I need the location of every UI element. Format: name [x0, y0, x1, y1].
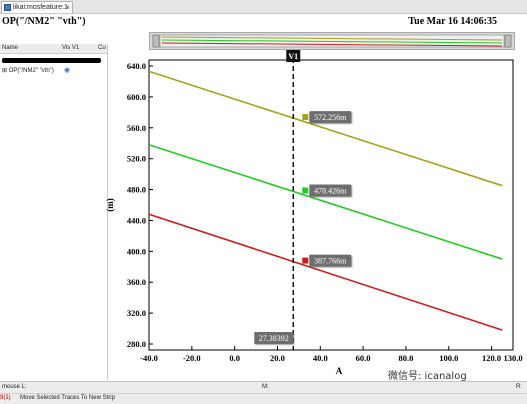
y-axis-label: (m)	[105, 198, 115, 212]
intersection-label-3: 387.766m	[314, 257, 347, 266]
x-tick-label: 100.0	[439, 353, 458, 363]
y-tick-label: 440.0	[127, 215, 146, 225]
mouse-middle-hint: M:	[262, 384, 269, 390]
x-tick-label: 120.0	[482, 353, 501, 363]
intersection-point-2	[302, 187, 309, 194]
series-line-2[interactable]	[148, 144, 503, 260]
x-tick-label: 130.0	[503, 353, 522, 363]
y-tick-label: 640.0	[127, 61, 146, 71]
status-message: Move Selected Traces To New Strip	[20, 395, 115, 401]
x-tick-label: 60.0	[356, 353, 371, 363]
y-tick-label: 560.0	[127, 123, 146, 133]
mouse-left-hint: mouse L:	[2, 384, 27, 390]
watermark: 微信号: icanalog	[388, 371, 467, 382]
x-tick-label: 40.0	[313, 353, 328, 363]
intersection-point-1	[302, 114, 309, 121]
series-line-1[interactable]	[148, 70, 503, 187]
y-tick-label: 280.0	[127, 339, 146, 349]
v1-marker-x-value: 27.38392	[259, 334, 289, 343]
intersection-label-2: 478.426m	[314, 186, 347, 195]
y-tick-label: 480.0	[127, 185, 146, 195]
x-axis-label: A	[336, 366, 343, 376]
status-number: 9(1)	[0, 395, 11, 401]
y-tick-label: 360.0	[127, 277, 146, 287]
y-tick-label: 520.0	[127, 154, 146, 164]
y-tick-label: 600.0	[127, 92, 146, 102]
y-tick-label: 400.0	[127, 246, 146, 256]
plot-frame	[148, 59, 514, 351]
mouse-right-hint: R:	[516, 384, 522, 390]
intersection-point-3	[302, 257, 309, 264]
x-tick-label: -40.0	[140, 353, 158, 363]
intersection-label-1: 572.256m	[314, 113, 347, 122]
status-bar: mouse L: M: R: 9(1) Move Selected Traces…	[0, 381, 527, 404]
v1-marker-name: V1	[288, 52, 298, 61]
x-tick-label: -20.0	[183, 353, 201, 363]
x-tick-label: 20.0	[270, 353, 285, 363]
chart-area: 280.0 320.0 360.0 400.0 440.0 480.0 520.0 560.0…	[105, 50, 523, 376]
series-line-3[interactable]	[148, 213, 503, 331]
x-tick-label: 0.0	[229, 353, 240, 363]
x-tick-label: 80.0	[399, 353, 414, 363]
y-tick-label: 320.0	[127, 308, 146, 318]
